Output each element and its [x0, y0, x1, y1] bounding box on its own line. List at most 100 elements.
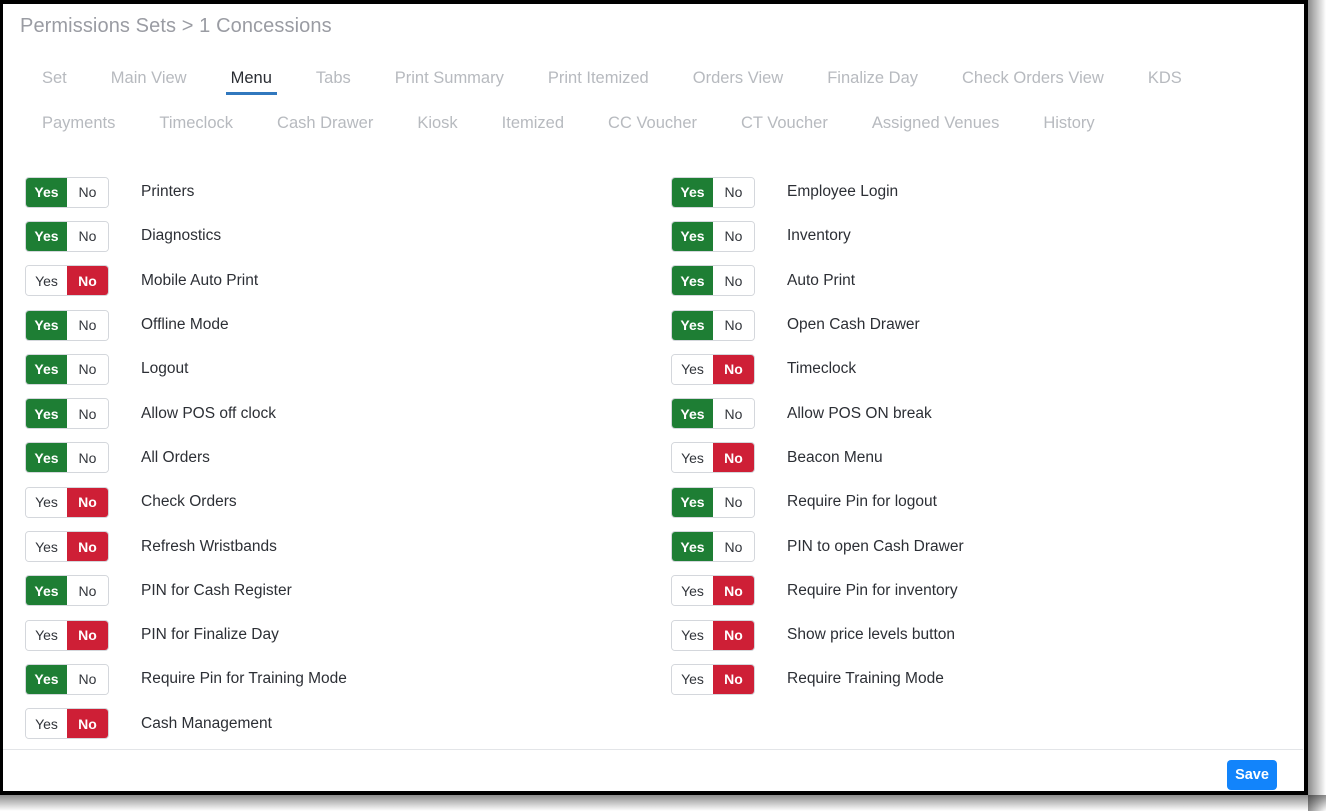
tab-cash-drawer[interactable]: Cash Drawer	[255, 104, 395, 149]
tab-assigned-venues[interactable]: Assigned Venues	[850, 104, 1022, 149]
toggle-option-yes[interactable]: Yes	[26, 177, 67, 207]
toggle-option-no[interactable]: No	[67, 443, 108, 473]
tab-set[interactable]: Set	[20, 59, 89, 104]
permission-label: Show price levels button	[787, 626, 956, 644]
tab-ct-voucher[interactable]: CT Voucher	[719, 104, 850, 149]
toggle-offline-mode[interactable]: Yes No	[25, 309, 109, 341]
toggle-option-no[interactable]: No	[67, 266, 108, 296]
toggle-option-yes[interactable]: Yes	[26, 620, 67, 650]
toggle-option-no[interactable]: No	[67, 664, 108, 694]
toggle-cash-management[interactable]: Yes No	[25, 708, 109, 740]
toggle-printers[interactable]: Yes No	[25, 176, 109, 208]
toggle-option-yes[interactable]: Yes	[26, 709, 67, 739]
toggle-allow-pos-off-clock[interactable]: Yes No	[25, 398, 109, 430]
toggle-option-no[interactable]: No	[713, 221, 754, 251]
toggle-option-yes[interactable]: Yes	[26, 443, 67, 473]
tab-kds[interactable]: KDS	[1126, 59, 1204, 104]
tab-check-orders-view[interactable]: Check Orders View	[940, 59, 1126, 104]
toggle-beacon-menu[interactable]: Yes No	[671, 442, 755, 474]
tab-tabs[interactable]: Tabs	[294, 59, 373, 104]
toggle-option-yes[interactable]: Yes	[26, 532, 67, 562]
toggle-option-yes[interactable]: Yes	[672, 576, 713, 606]
toggle-show-price-levels-button[interactable]: Yes No	[671, 619, 755, 651]
save-button[interactable]: Save	[1227, 760, 1277, 790]
toggle-option-no[interactable]: No	[67, 532, 108, 562]
toggle-option-no[interactable]: No	[67, 221, 108, 251]
toggle-option-no[interactable]: No	[67, 177, 108, 207]
tab-cc-voucher[interactable]: CC Voucher	[586, 104, 719, 149]
toggle-option-no[interactable]: No	[713, 354, 754, 384]
toggle-option-no[interactable]: No	[67, 709, 108, 739]
toggle-all-orders[interactable]: Yes No	[25, 442, 109, 474]
toggle-option-yes[interactable]: Yes	[672, 310, 713, 340]
toggle-option-yes[interactable]: Yes	[26, 310, 67, 340]
tab-timeclock[interactable]: Timeclock	[137, 104, 255, 149]
toggle-option-yes[interactable]: Yes	[672, 354, 713, 384]
toggle-option-yes[interactable]: Yes	[672, 443, 713, 473]
toggle-pin-to-open-cash-drawer[interactable]: Yes No	[671, 531, 755, 563]
toggle-option-no[interactable]: No	[713, 576, 754, 606]
toggle-require-training-mode[interactable]: Yes No	[671, 663, 755, 695]
toggle-option-no[interactable]: No	[713, 443, 754, 473]
toggle-option-no[interactable]: No	[713, 399, 754, 429]
toggle-auto-print[interactable]: Yes No	[671, 265, 755, 297]
tab-orders-view[interactable]: Orders View	[671, 59, 805, 104]
toggle-allow-pos-on-break[interactable]: Yes No	[671, 398, 755, 430]
toggle-option-yes[interactable]: Yes	[672, 532, 713, 562]
toggle-require-pin-for-inventory[interactable]: Yes No	[671, 575, 755, 607]
toggle-open-cash-drawer[interactable]: Yes No	[671, 309, 755, 341]
window-shadow-bottom	[0, 795, 1326, 811]
toggle-option-yes[interactable]: Yes	[672, 664, 713, 694]
toggle-option-yes[interactable]: Yes	[26, 266, 67, 296]
permission-label: Auto Print	[787, 271, 856, 289]
toggle-timeclock[interactable]: Yes No	[671, 353, 755, 385]
toggle-option-yes[interactable]: Yes	[26, 664, 67, 694]
toggle-logout[interactable]: Yes No	[25, 353, 109, 385]
toggle-refresh-wristbands[interactable]: Yes No	[25, 531, 109, 563]
toggle-option-no[interactable]: No	[67, 399, 108, 429]
toggle-option-yes[interactable]: Yes	[672, 399, 713, 429]
toggle-require-pin-for-logout[interactable]: Yes No	[671, 486, 755, 518]
toggle-option-yes[interactable]: Yes	[672, 620, 713, 650]
toggle-option-no[interactable]: No	[713, 664, 754, 694]
tab-payments[interactable]: Payments	[20, 104, 137, 149]
toggle-option-no[interactable]: No	[67, 487, 108, 517]
toggle-diagnostics[interactable]: Yes No	[25, 220, 109, 252]
toggle-check-orders[interactable]: Yes No	[25, 486, 109, 518]
toggle-mobile-auto-print[interactable]: Yes No	[25, 265, 109, 297]
permission-row: Yes No All Orders	[25, 436, 347, 480]
toggle-option-no[interactable]: No	[713, 266, 754, 296]
tab-main-view[interactable]: Main View	[89, 59, 209, 104]
toggle-option-yes[interactable]: Yes	[26, 399, 67, 429]
toggle-option-no[interactable]: No	[67, 576, 108, 606]
tab-history[interactable]: History	[1021, 104, 1116, 149]
toggle-option-no[interactable]: No	[713, 532, 754, 562]
toggle-inventory[interactable]: Yes No	[671, 220, 755, 252]
toggle-option-no[interactable]: No	[713, 620, 754, 650]
toggle-option-yes[interactable]: Yes	[672, 221, 713, 251]
toggle-employee-login[interactable]: Yes No	[671, 176, 755, 208]
toggle-option-no[interactable]: No	[713, 177, 754, 207]
toggle-option-yes[interactable]: Yes	[26, 576, 67, 606]
toggle-option-yes[interactable]: Yes	[672, 487, 713, 517]
toggle-option-yes[interactable]: Yes	[26, 221, 67, 251]
toggle-option-yes[interactable]: Yes	[26, 354, 67, 384]
tab-menu[interactable]: Menu	[209, 59, 294, 104]
toggle-option-no[interactable]: No	[713, 487, 754, 517]
toggle-option-yes[interactable]: Yes	[672, 177, 713, 207]
toggle-option-no[interactable]: No	[67, 310, 108, 340]
toggle-option-no[interactable]: No	[67, 620, 108, 650]
toggle-pin-for-cash-register[interactable]: Yes No	[25, 575, 109, 607]
toggle-pin-for-finalize-day[interactable]: Yes No	[25, 619, 109, 651]
tab-kiosk[interactable]: Kiosk	[395, 104, 479, 149]
toggle-option-yes[interactable]: Yes	[26, 487, 67, 517]
toggle-require-pin-for-training-mode[interactable]: Yes No	[25, 663, 109, 695]
tab-print-summary[interactable]: Print Summary	[373, 59, 526, 104]
toggle-option-no[interactable]: No	[67, 354, 108, 384]
tab-itemized[interactable]: Itemized	[480, 104, 586, 149]
permission-row: Yes No Cash Management	[25, 702, 347, 746]
toggle-option-yes[interactable]: Yes	[672, 266, 713, 296]
tab-finalize-day[interactable]: Finalize Day	[805, 59, 940, 104]
toggle-option-no[interactable]: No	[713, 310, 754, 340]
tab-print-itemized[interactable]: Print Itemized	[526, 59, 671, 104]
